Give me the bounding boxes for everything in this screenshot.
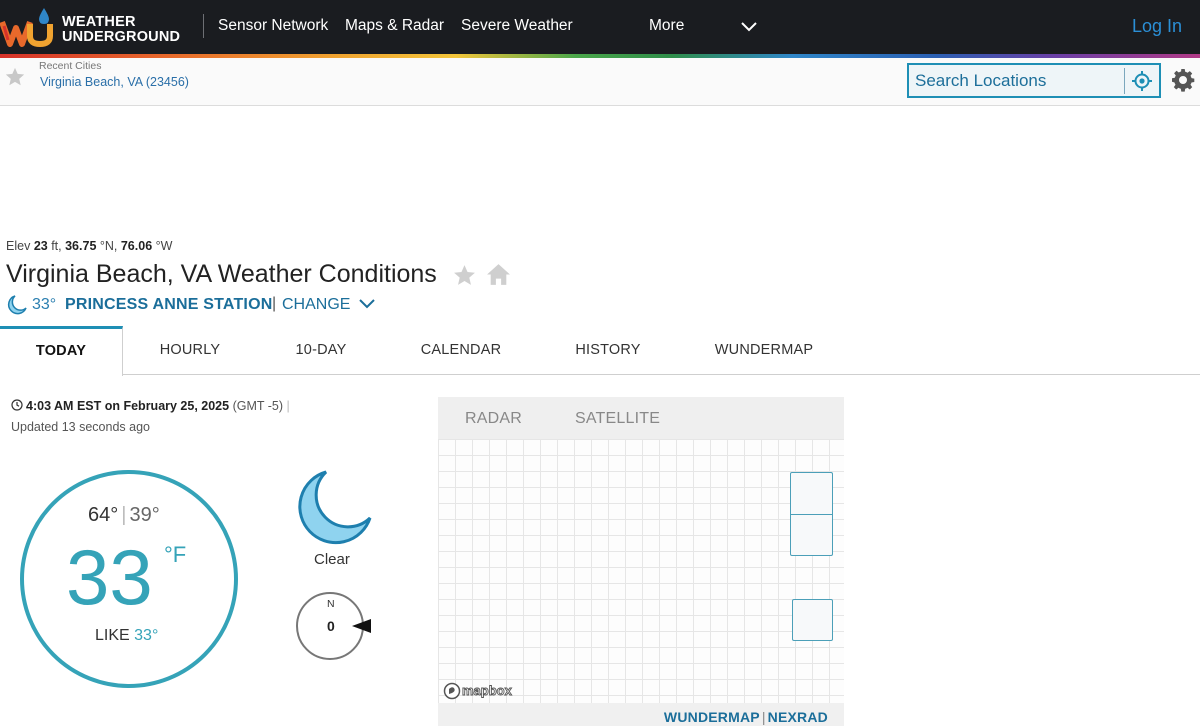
latitude-value: 36.75 (65, 239, 97, 253)
clock-icon (11, 399, 23, 411)
feels-like: LIKE 33° (95, 627, 158, 645)
logo-text-line1: WEATHER (62, 14, 136, 30)
logo-text-line2: UNDERGROUND (62, 29, 181, 45)
map-footer: WUNDERMAP | NEXRAD (438, 703, 844, 726)
nav-more[interactable]: More (649, 17, 684, 35)
search-box (907, 63, 1161, 98)
elev-value: 23 (33, 239, 48, 253)
updated-ago: Updated 13 seconds ago (11, 420, 150, 434)
elev-label: Elev (6, 239, 31, 253)
longitude-unit: °W (155, 239, 173, 253)
favorite-star-icon[interactable] (4, 66, 26, 88)
settings-gear-icon[interactable] (1171, 68, 1195, 92)
wundermap-link[interactable]: WUNDERMAP (664, 709, 760, 725)
login-link[interactable]: Log In (1132, 16, 1182, 37)
map-tabs: RADAR SATELLITE (438, 397, 844, 439)
search-divider (1124, 68, 1125, 94)
timezone-offset: (GMT -5) (232, 399, 284, 413)
elevation-coordinates: Elev 23 ft, 36.75 °N, 76.06 °W (6, 239, 172, 253)
tab-today[interactable]: TODAY (0, 326, 123, 376)
wu-logo-icon (0, 8, 53, 48)
recent-city-link[interactable]: Virginia Beach, VA (23456) (40, 75, 189, 89)
map-links: WUNDERMAP | NEXRAD (664, 709, 828, 725)
high-low-temperatures: 64° | 39° (88, 504, 160, 527)
chevron-down-icon[interactable] (740, 18, 758, 36)
clear-night-moon-icon (7, 295, 27, 315)
zoom-in-button[interactable] (790, 472, 833, 515)
condition-label: Clear (314, 551, 350, 568)
tab-history[interactable]: HISTORY (565, 326, 651, 375)
page-title: Virginia Beach, VA Weather Conditions (6, 260, 437, 288)
recent-cities-label: Recent Cities (39, 60, 102, 72)
temperature-unit-toggle[interactable]: °F (164, 542, 186, 568)
weather-underground-logo[interactable]: WEATHER UNDERGROUND (0, 4, 190, 50)
tab-satellite[interactable]: SATELLITE (575, 410, 660, 428)
feels-like-label: LIKE (95, 627, 130, 644)
map-canvas[interactable] (438, 439, 844, 703)
high-temperature: 64° (88, 504, 119, 526)
chevron-down-icon[interactable] (358, 296, 376, 312)
radar-map-widget: RADAR SATELLITE mapbox WUNDERMAP | NEXRAD (438, 397, 844, 726)
current-temperature: 33 (66, 533, 153, 621)
set-home-icon[interactable] (486, 263, 511, 286)
observation-time: 4:03 AM EST on February 25, 2025 (GMT -5… (11, 399, 290, 413)
time-separator: | (286, 399, 290, 413)
mapbox-logo-icon: mapbox (443, 683, 513, 700)
forecast-tabs: TODAY HOURLY 10-DAY CALENDAR HISTORY WUN… (0, 326, 1200, 376)
map-layers-button[interactable] (792, 599, 833, 641)
tab-hourly[interactable]: HOURLY (140, 326, 240, 375)
zoom-out-button[interactable] (790, 514, 833, 556)
nav-divider (203, 14, 204, 38)
add-favorite-star-icon[interactable] (452, 263, 477, 288)
nav-maps-radar[interactable]: Maps & Radar (345, 17, 444, 35)
station-temperature: 33° (32, 296, 57, 313)
hilo-separator: | (121, 504, 127, 526)
wind-compass (296, 592, 371, 660)
nav-sensor-network[interactable]: Sensor Network (218, 17, 328, 35)
locate-me-icon[interactable] (1131, 70, 1153, 92)
clear-night-moon-icon (298, 470, 372, 545)
latitude-unit: °N, (99, 239, 118, 253)
compass-north-label: N (327, 598, 335, 610)
longitude-value: 76.06 (120, 239, 153, 253)
tab-radar[interactable]: RADAR (465, 410, 522, 428)
change-station-link[interactable]: CHANGE (282, 296, 350, 314)
logo-text: WEATHER UNDERGROUND (62, 15, 180, 45)
feels-like-value: 33° (134, 627, 159, 644)
tab-10-day[interactable]: 10-DAY (275, 326, 367, 375)
mapbox-attribution: mapbox (462, 683, 513, 698)
mapbox-logo[interactable]: mapbox (443, 682, 517, 700)
station-separator: | (272, 295, 277, 312)
tab-wundermap[interactable]: WUNDERMAP (704, 326, 824, 375)
top-nav-bar: WEATHER UNDERGROUND Sensor Network Maps … (0, 0, 1200, 54)
search-input[interactable] (915, 69, 1120, 93)
observation-datetime: 4:03 AM EST on February 25, 2025 (26, 399, 230, 413)
elev-unit: ft, (51, 239, 62, 253)
low-temperature: 39° (129, 504, 160, 526)
nexrad-link[interactable]: NEXRAD (768, 709, 828, 725)
station-name[interactable]: PRINCESS ANNE STATION (65, 296, 272, 314)
nav-severe-weather[interactable]: Severe Weather (461, 17, 573, 35)
tab-calendar[interactable]: CALENDAR (410, 326, 512, 375)
wind-speed: 0 (327, 618, 335, 634)
map-links-separator: | (761, 709, 766, 725)
